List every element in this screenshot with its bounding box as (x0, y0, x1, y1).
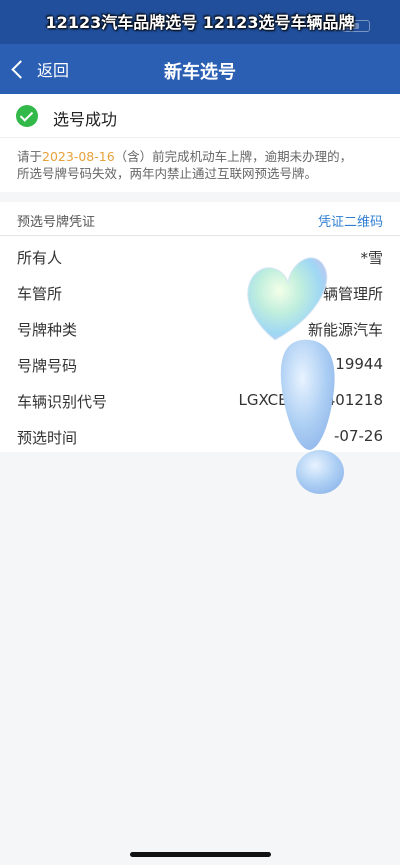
notice-line2: 所选号牌号码失效，两年内禁止通过互联网预选号牌。 (17, 166, 318, 181)
info-label: 车管所 (17, 285, 63, 303)
info-value: -07-26 (334, 427, 383, 445)
exclamation-dot (296, 450, 344, 494)
notice-prefix: 请于 (17, 149, 43, 164)
info-label: 所有人 (17, 249, 63, 267)
info-value: LGXCE4 401218 (238, 391, 383, 409)
info-row-plate-type: 号牌种类 新能源汽车 (0, 310, 400, 346)
notice-text: 请于2023-08-16（含）前完成机动车上牌，逾期未办理的， 所选号牌号码失效… (17, 148, 387, 182)
info-row-plate-number: 号牌号码 19944 (0, 346, 400, 382)
info-label: 号牌种类 (17, 321, 78, 339)
notice-date: 2023-08-16 (42, 149, 115, 164)
notice-line1-rest: （含）前完成机动车上牌，逾期未办理的， (114, 149, 353, 164)
page-title: 新车选号 (164, 62, 236, 83)
info-row-vin: 车辆识别代号 LGXCE4 401218 (0, 382, 400, 418)
info-row-office: 车管所 辆管理所 (0, 274, 400, 310)
success-row: 选号成功 (0, 94, 400, 138)
success-text: 选号成功 (53, 110, 118, 129)
info-row-select-time: 预选时间 -07-26 (0, 418, 400, 454)
nav-bar: 返回 新车选号 (0, 44, 400, 94)
info-label: 预选时间 (17, 429, 78, 447)
home-indicator[interactable] (130, 852, 271, 857)
overlay-title: 12123汽车品牌选号 12123选号车辆品牌 (45, 13, 355, 32)
info-label: 车辆识别代号 (17, 393, 108, 411)
info-value: *雪 (360, 249, 383, 267)
check-circle-icon (16, 105, 38, 127)
info-label: 号牌号码 (17, 357, 78, 375)
info-value: 新能源汽车 (307, 321, 383, 339)
info-value: 19944 (335, 355, 383, 373)
success-section: 选号成功 请于2023-08-16（含）前完成机动车上牌，逾期未办理的， 所选号… (0, 94, 400, 192)
voucher-header: 预选号牌凭证 凭证二维码 (0, 202, 400, 236)
voucher-card: 预选号牌凭证 凭证二维码 所有人 *雪 车管所 辆管理所 号牌种类 新能源汽车 … (0, 202, 400, 452)
info-value: 辆管理所 (322, 285, 383, 303)
qr-code-link[interactable]: 凭证二维码 (318, 211, 383, 230)
voucher-title: 预选号牌凭证 (17, 215, 96, 230)
info-row-owner: 所有人 *雪 (0, 238, 400, 274)
